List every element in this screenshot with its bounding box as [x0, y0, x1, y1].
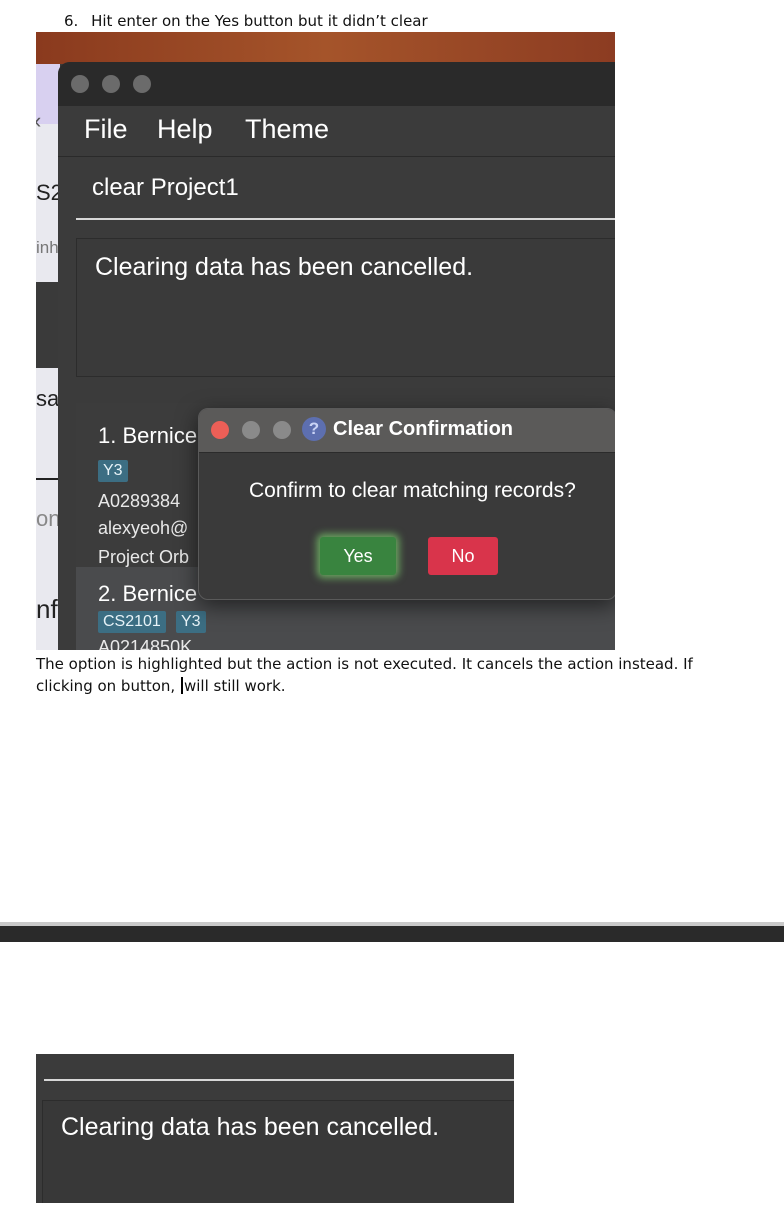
- explanation-note: The option is highlighted but the action…: [36, 653, 776, 697]
- background-text-fragment: inh: [36, 238, 59, 257]
- note-line: clicking on button, will still work.: [36, 677, 286, 695]
- dialog-zoom-button[interactable]: [273, 421, 291, 439]
- screenshot-result: Clearing data has been cancelled.: [36, 1054, 514, 1203]
- menu-bar: File Help Theme: [58, 106, 615, 157]
- background-text-fragment: on: [36, 506, 61, 531]
- page-divider: [0, 922, 784, 942]
- dialog-title: Clear Confirmation: [333, 418, 514, 440]
- dialog-minimize-button[interactable]: [242, 421, 260, 439]
- desktop-wallpaper: [36, 32, 615, 64]
- result-message: Clearing data has been cancelled.: [95, 253, 474, 281]
- tag: Y3: [176, 611, 206, 633]
- window-titlebar: [58, 62, 615, 107]
- person-email: alexyeoh@: [98, 518, 189, 538]
- clear-confirmation-dialog: ? Clear Confirmation Confirm to clear ma…: [198, 408, 615, 600]
- step-text: Hit enter on the Yes button but it didn’…: [91, 12, 428, 30]
- menu-theme[interactable]: Theme: [245, 114, 329, 145]
- background-text-fragment: nf: [36, 594, 58, 624]
- tag: Y3: [98, 460, 128, 482]
- command-input[interactable]: clear Project1: [76, 158, 615, 220]
- close-window-button[interactable]: [71, 75, 89, 93]
- person-id: A0289384: [98, 491, 181, 511]
- yes-button[interactable]: Yes: [320, 537, 396, 575]
- person-id: A0214850K: [98, 637, 193, 650]
- dialog-close-button[interactable]: [211, 421, 229, 439]
- tag: CS2101: [98, 611, 166, 633]
- person-name: 1. Bernice: [98, 423, 198, 448]
- result-message: Clearing data has been cancelled.: [61, 1113, 440, 1141]
- question-mark-icon: ?: [302, 417, 326, 441]
- background-window: ‹ S2 inh sag on nf: [36, 64, 71, 650]
- chevron-left-icon: ‹: [36, 108, 41, 134]
- screenshot-dialog: ‹ S2 inh sag on nf File Help Theme clear…: [36, 32, 615, 650]
- result-display: Clearing data has been cancelled.: [76, 238, 615, 377]
- no-button[interactable]: No: [428, 537, 498, 575]
- dialog-titlebar: ? Clear Confirmation: [199, 409, 615, 453]
- menu-help[interactable]: Help: [157, 114, 213, 145]
- step-number: 6.: [64, 12, 79, 30]
- result-display: Clearing data has been cancelled.: [42, 1100, 514, 1203]
- person-name: 2. Bernice: [98, 581, 198, 606]
- menu-file[interactable]: File: [84, 114, 128, 145]
- person-project: Project Orb: [98, 547, 190, 567]
- step-heading: 6. Hit enter on the Yes button but it di…: [64, 12, 428, 30]
- dialog-message: Confirm to clear matching records?: [249, 479, 576, 502]
- zoom-window-button[interactable]: [133, 75, 151, 93]
- minimize-window-button[interactable]: [102, 75, 120, 93]
- command-input-underline: [44, 1079, 514, 1081]
- text-cursor: [180, 677, 183, 694]
- command-input-value: clear Project1: [92, 174, 239, 201]
- note-line: The option is highlighted but the action…: [36, 655, 693, 673]
